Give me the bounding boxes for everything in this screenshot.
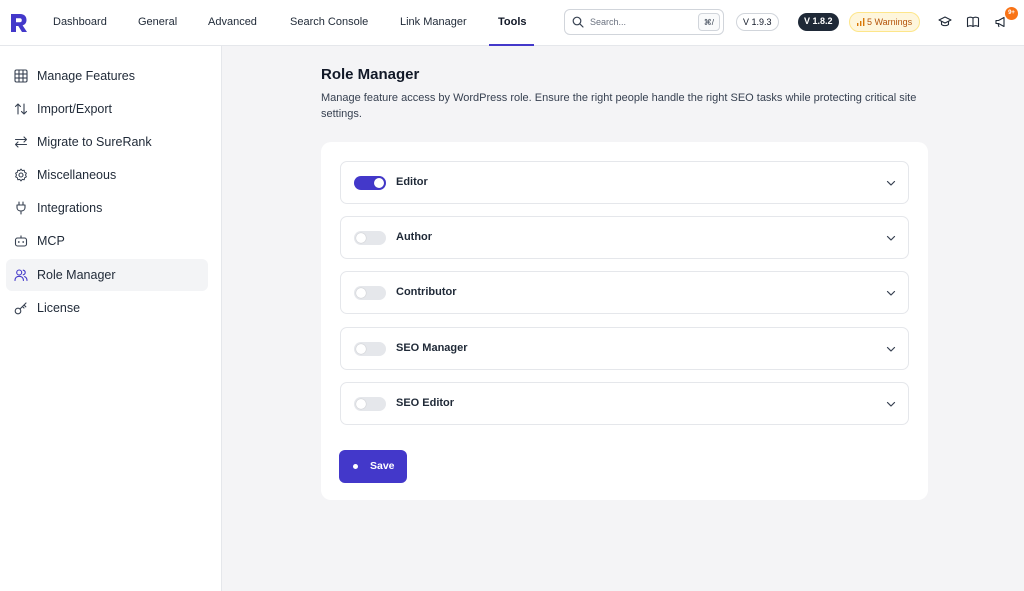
- sidebar-item-label: Miscellaneous: [37, 168, 117, 182]
- page-title: Role Manager: [321, 66, 420, 83]
- sidebar-item-license[interactable]: License: [6, 292, 208, 324]
- key-icon: [14, 302, 27, 315]
- sidebar-item-integrations[interactable]: Integrations: [6, 192, 208, 224]
- robot-icon: [14, 235, 28, 247]
- gear-icon: [15, 168, 27, 182]
- role-row-author[interactable]: Author: [340, 216, 909, 259]
- sidebar-item-migrate[interactable]: Migrate to SureRank: [6, 126, 208, 158]
- role-label: Author: [396, 231, 433, 243]
- role-label: Contributor: [396, 286, 457, 298]
- notification-count-badge: 9+: [1005, 7, 1018, 20]
- role-label: SEO Manager: [396, 342, 468, 354]
- role-toggle-contributor[interactable]: [354, 286, 386, 300]
- role-toggle-author[interactable]: [354, 231, 386, 245]
- role-row-seo-manager[interactable]: SEO Manager: [340, 327, 909, 370]
- role-row-editor[interactable]: Editor: [340, 161, 909, 204]
- nav-dashboard[interactable]: Dashboard: [53, 0, 107, 46]
- toggle-knob: [356, 344, 366, 354]
- version-badge-free: V 1.9.3: [736, 13, 779, 31]
- plug-icon: [16, 201, 26, 215]
- nav-search-console[interactable]: Search Console: [290, 0, 368, 46]
- users-icon: [14, 269, 28, 282]
- warnings-label: 5 Warnings: [867, 17, 913, 27]
- sidebar-item-label: License: [37, 301, 81, 315]
- sidebar-item-import-export[interactable]: Import/Export: [6, 93, 208, 125]
- arrows-up-down-icon: [14, 103, 28, 115]
- sidebar-item-manage-features[interactable]: Manage Features: [6, 60, 208, 92]
- top-navigation-bar: Dashboard General Advanced Search Consol…: [0, 0, 1024, 46]
- save-dot-icon: [353, 464, 358, 469]
- sidebar-item-label: Role Manager: [37, 268, 116, 282]
- toggle-knob: [356, 288, 366, 298]
- chevron-down-icon[interactable]: [886, 288, 896, 298]
- chevron-down-icon[interactable]: [886, 344, 896, 354]
- save-button[interactable]: Save: [339, 450, 407, 483]
- warnings-badge[interactable]: 5 Warnings: [849, 12, 921, 32]
- sidebar-item-label: Integrations: [37, 201, 103, 215]
- chevron-down-icon[interactable]: [886, 233, 896, 243]
- graduation-cap-icon[interactable]: [938, 15, 952, 29]
- sidebar-item-label: MCP: [37, 234, 65, 248]
- role-toggle-editor[interactable]: [354, 176, 386, 190]
- role-row-contributor[interactable]: Contributor: [340, 271, 909, 314]
- role-toggle-seo-editor[interactable]: [354, 397, 386, 411]
- active-tab-indicator: [489, 44, 534, 46]
- nav-tools[interactable]: Tools: [498, 0, 527, 46]
- arrows-left-right-icon: [14, 136, 28, 148]
- save-label: Save: [370, 460, 395, 472]
- version-badge-pro: V 1.8.2: [798, 13, 839, 31]
- sidebar: Manage Features Import/Export Migrate to…: [0, 46, 222, 591]
- sidebar-item-label: Migrate to SureRank: [37, 135, 152, 149]
- surerank-logo-icon[interactable]: [9, 12, 29, 34]
- nav-advanced[interactable]: Advanced: [208, 0, 257, 46]
- search-shortcut: ⌘/: [697, 13, 720, 31]
- signal-bars-icon: [857, 18, 865, 26]
- sidebar-item-miscellaneous[interactable]: Miscellaneous: [6, 159, 208, 191]
- sidebar-item-mcp[interactable]: MCP: [6, 225, 208, 257]
- grid-table-icon: [14, 69, 28, 83]
- search-placeholder: Search...: [590, 17, 627, 27]
- nav-link-manager[interactable]: Link Manager: [400, 0, 467, 46]
- role-toggle-seo-manager[interactable]: [354, 342, 386, 356]
- page-description: Manage feature access by WordPress role.…: [321, 92, 917, 120]
- chevron-down-icon[interactable]: [886, 178, 896, 188]
- toggle-knob: [356, 399, 366, 409]
- chevron-down-icon[interactable]: [886, 399, 896, 409]
- nav-general[interactable]: General: [138, 0, 177, 46]
- search-input[interactable]: Search... ⌘/: [564, 9, 724, 35]
- sidebar-item-role-manager[interactable]: Role Manager: [6, 259, 208, 291]
- open-book-icon[interactable]: [966, 15, 980, 29]
- sidebar-item-label: Import/Export: [37, 102, 113, 116]
- toggle-knob: [356, 233, 366, 243]
- role-row-seo-editor[interactable]: SEO Editor: [340, 382, 909, 425]
- search-icon: [572, 16, 584, 28]
- role-label: Editor: [396, 176, 428, 188]
- sidebar-item-label: Manage Features: [37, 69, 135, 83]
- role-label: SEO Editor: [396, 397, 455, 409]
- toggle-knob: [374, 178, 384, 188]
